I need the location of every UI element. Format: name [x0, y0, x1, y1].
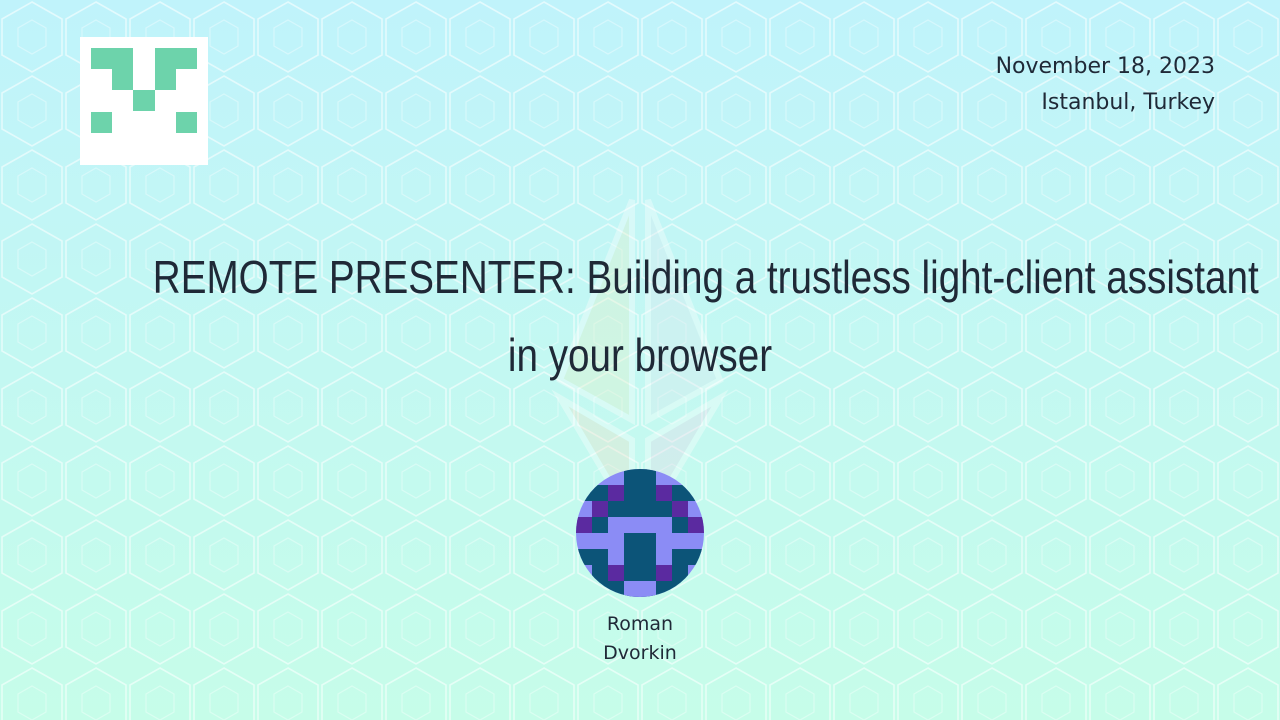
- talk-title: REMOTE PRESENTER: Building a trustless l…: [60, 238, 1259, 394]
- speaker-name: Roman Dvorkin: [540, 610, 740, 668]
- slide: November 18, 2023 Istanbul, Turkey REMOT…: [0, 0, 1280, 720]
- pixel-identicon-avatar-icon: [576, 469, 704, 597]
- event-logo: [80, 37, 208, 165]
- event-date: November 18, 2023: [995, 54, 1215, 79]
- talk-title-line-2: in your browser: [507, 329, 773, 381]
- talk-title-line-1: REMOTE PRESENTER: Building a trustless l…: [152, 251, 1259, 303]
- event-location: Istanbul, Turkey: [1041, 90, 1215, 115]
- pixel-v-logo-icon: [91, 48, 197, 133]
- speaker-avatar: [576, 469, 704, 597]
- speaker-last-name: Dvorkin: [603, 642, 677, 664]
- speaker-first-name: Roman: [606, 613, 674, 635]
